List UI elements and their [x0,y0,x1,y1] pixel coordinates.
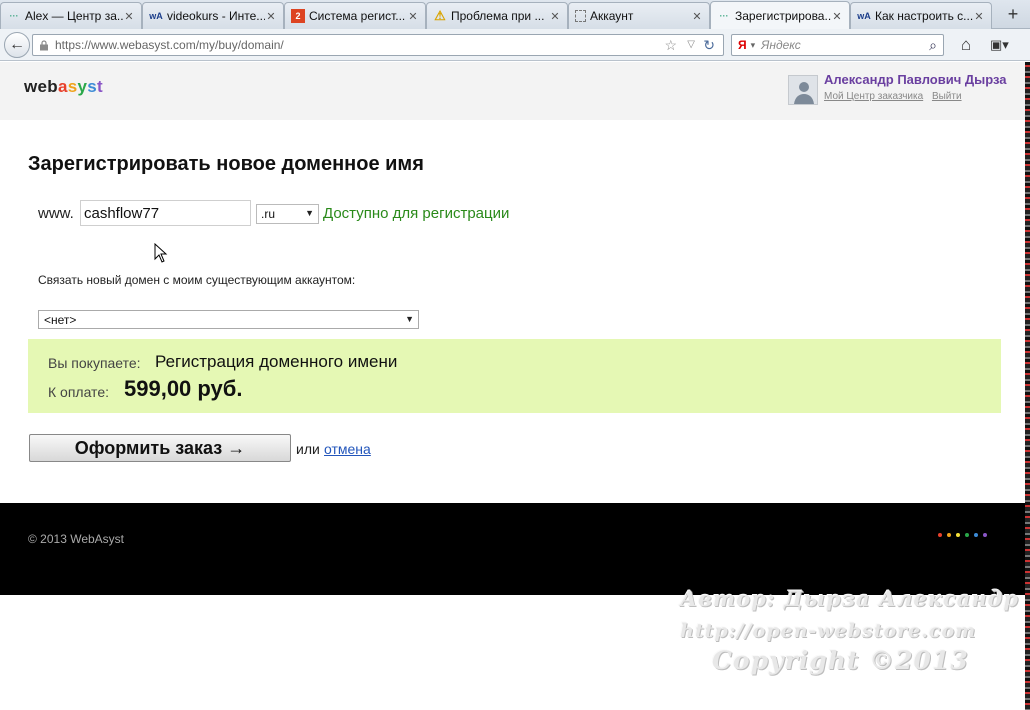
close-icon[interactable]: ✕ [549,10,561,23]
window-edge [1025,62,1030,710]
page-title: Зарегистрировать новое доменное имя [28,153,424,175]
browser-tab-5[interactable]: Аккаунт ✕ [568,2,710,29]
close-icon[interactable]: ✕ [265,10,277,23]
chevron-down-icon[interactable]: ▾ [751,40,756,51]
logo-part: y [77,77,88,96]
browser-tab-4[interactable]: ⚠ Проблема при ... ✕ [426,2,568,29]
account-selected-value: <нет> [44,313,77,327]
blank-page-icon [575,10,586,22]
bookmark-star-icon[interactable]: ☆ [664,37,677,54]
logo-part: web [24,77,58,96]
close-icon[interactable]: ✕ [831,10,843,23]
dots-icon: ··· [9,11,19,21]
buying-label: Вы покупаете: [48,355,141,371]
lock-icon [40,39,48,50]
browser-tab-2[interactable]: wA videokurs - Инте... ✕ [142,2,284,29]
logo-part: s [67,77,78,96]
search-icon[interactable]: ⌕ [929,37,937,54]
close-icon[interactable]: ✕ [123,10,135,23]
logo-part: t [97,77,103,96]
webasyst-logo[interactable]: webasyst [24,77,103,97]
home-button[interactable]: ⌂ [955,35,977,55]
www-prefix: www. [38,205,74,222]
tab-label: videokurs - Инте... [167,9,265,23]
avatar[interactable] [788,75,818,105]
warning-icon: ⚠ [434,8,446,23]
color-dot [983,533,987,537]
logo-part: a [57,77,68,96]
tld-select[interactable]: .ru ▼ [256,204,319,224]
place-order-button[interactable]: Оформить заказ → [29,434,291,462]
color-dot [974,533,978,537]
buying-value: Регистрация доменного имени [155,352,398,371]
chevron-down-icon: ▼ [405,314,414,324]
dots-icon: ··· [719,11,729,21]
browser-tab-6[interactable]: ··· Зарегистрирова... ✕ [710,1,850,30]
customer-center-link[interactable]: Мой Центр заказчика [824,91,923,102]
pay-amount: 599,00 руб. [124,376,243,401]
reload-icon[interactable]: ↻ [703,37,715,54]
red-2-icon: 2 [291,9,305,23]
color-dot [947,533,951,537]
address-bar[interactable]: https://www.webasyst.com/my/buy/domain/ … [32,34,724,56]
tab-label: Alex — Центр за... [25,9,123,23]
color-dot [956,533,960,537]
user-icon [794,82,814,104]
webasyst-icon: wA [857,11,871,21]
copyright-text: © 2013 WebAsyst [28,532,124,546]
availability-status: Доступно для регистрации [323,205,510,222]
bookmarks-icon: ▣▾ [990,37,1009,52]
back-button[interactable]: ← [4,32,30,58]
watermark-author: Автор: Дырза Александр [680,586,1019,611]
tab-label: Проблема при ... [451,9,545,23]
watermark-url: http://open-webstore.com [680,620,977,642]
browser-nav-bar: ← https://www.webasyst.com/my/buy/domain… [0,29,1030,61]
cancel-link[interactable]: отмена [324,441,371,457]
color-dot [938,533,942,537]
link-account-label: Связать новый домен с моим существующим … [38,273,356,287]
domain-name-input[interactable] [80,200,251,226]
new-tab-button[interactable]: + [1002,4,1024,24]
browser-tab-3[interactable]: 2 Система регист... ✕ [284,2,426,29]
user-name[interactable]: Александр Павлович Дырза [824,72,1007,87]
bookmarks-button[interactable]: ▣▾ [990,35,1020,55]
color-dot [965,533,969,537]
browser-tab-1[interactable]: ··· Alex — Центр за... ✕ [0,2,142,29]
close-icon[interactable]: ✕ [691,10,703,23]
tab-label: Система регист... [309,9,406,23]
chevron-down-icon: ▼ [305,208,314,218]
footer-color-dots [938,533,987,537]
or-separator: или [296,441,320,457]
webasyst-icon: wA [149,11,163,21]
account-select[interactable]: <нет> ▼ [38,310,419,329]
search-field[interactable]: Я ▾ Яндекс ⌕ [731,34,944,56]
tab-label: Зарегистрирова... [735,9,831,23]
history-dropdown-icon[interactable]: ▽ [687,39,695,50]
pay-label: К оплате: [48,384,109,400]
site-footer: © 2013 WebAsyst [0,503,1025,595]
home-icon: ⌂ [960,35,972,54]
user-links: Мой Центр заказчика Выйти [824,91,968,102]
close-icon[interactable]: ✕ [973,10,985,23]
order-summary: Вы покупаете: Регистрация доменного имен… [28,339,1001,413]
logo-part: s [87,77,98,96]
tab-label: Аккаунт [590,9,634,23]
watermark-copyright: Copyright ©2013 [712,646,969,675]
logout-link[interactable]: Выйти [932,91,962,102]
close-icon[interactable]: ✕ [407,10,419,23]
back-arrow-icon: ← [9,36,25,53]
tab-label: Как настроить с... [875,9,973,23]
mouse-pointer-icon [154,243,168,263]
tld-value: .ru [261,207,276,221]
site-header: webasyst Александр Павлович Дырза Мой Це… [0,62,1025,120]
browser-tab-7[interactable]: wA Как настроить с... ✕ [850,2,992,29]
browser-tab-strip: ··· Alex — Центр за... ✕ wA videokurs - … [0,0,1030,30]
yandex-icon[interactable]: Я [738,38,747,52]
url-text: https://www.webasyst.com/my/buy/domain/ [55,38,284,52]
search-placeholder: Яндекс [761,38,801,52]
